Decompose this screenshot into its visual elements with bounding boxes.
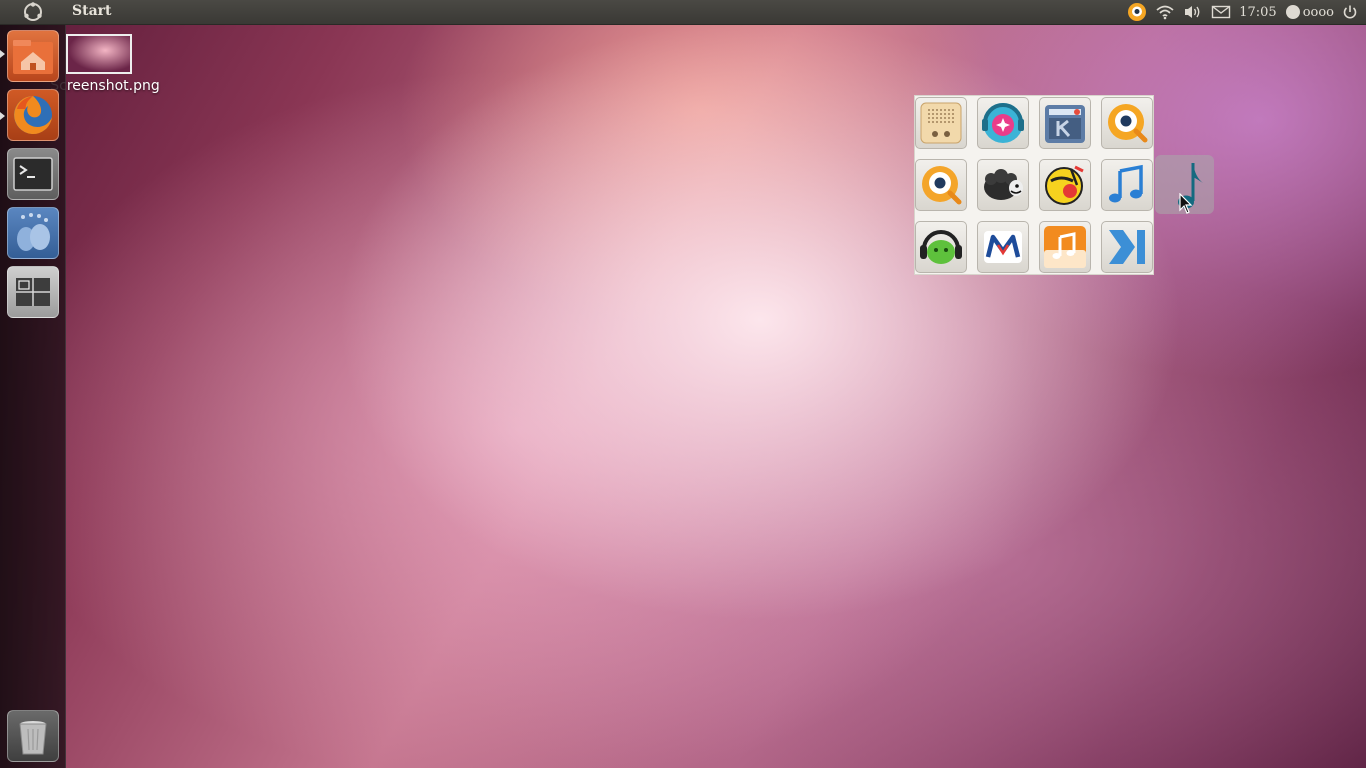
cursor-arrow-icon	[1179, 192, 1193, 214]
grid-item[interactable]	[977, 97, 1029, 149]
grid-item[interactable]	[1101, 221, 1153, 273]
grid-item[interactable]	[915, 97, 967, 149]
user-indicator[interactable]: oooo	[1285, 4, 1334, 20]
power-icon	[1343, 5, 1357, 19]
grid-item[interactable]	[915, 221, 967, 273]
radio-icon	[920, 102, 962, 144]
top-panel: Start 17:05 oooo	[0, 0, 1366, 25]
indicator-area: 17:05 oooo	[1127, 0, 1358, 24]
sheep-icon	[984, 169, 1023, 200]
launcher-item-trash[interactable]	[7, 710, 59, 762]
grid-item[interactable]	[1039, 97, 1091, 149]
volume-icon	[1185, 6, 1200, 18]
orange-music-icon	[1044, 226, 1086, 268]
mail-icon	[1212, 5, 1231, 19]
gwibber-icon	[17, 213, 50, 251]
m-logo-icon	[984, 231, 1022, 263]
launcher-item-firefox[interactable]	[7, 89, 59, 141]
green-headphones-icon	[920, 230, 962, 264]
grid-item[interactable]	[1101, 97, 1153, 149]
qq-player-icon	[1108, 104, 1148, 143]
trash-icon	[19, 721, 47, 755]
home-folder-icon	[13, 40, 53, 74]
workspace-switcher-icon	[16, 278, 50, 306]
grid-item[interactable]	[977, 159, 1029, 211]
k-radio-icon	[1045, 105, 1085, 143]
user-icon	[1285, 5, 1300, 19]
music-note-blue-icon	[1109, 164, 1143, 203]
launcher-item-workspace-switcher[interactable]	[7, 266, 59, 318]
launcher-item-gwibber[interactable]	[7, 207, 59, 259]
mouse-pointer	[1179, 192, 1193, 219]
launcher-running-pip	[0, 112, 5, 120]
grid-item[interactable]	[1039, 159, 1091, 211]
desktop-file-label: Screenshot.png	[50, 78, 160, 94]
grid-item[interactable]	[1101, 159, 1153, 211]
ubuntu-logo-button[interactable]	[0, 0, 65, 24]
qq-tray-icon	[1128, 3, 1147, 21]
desktop-file-icon[interactable]: Screenshot.png	[50, 34, 160, 94]
wifi-icon	[1156, 5, 1174, 20]
qq-player-alt-icon	[922, 166, 962, 205]
terminal-icon	[13, 157, 53, 191]
firefox-icon	[14, 96, 53, 134]
network-indicator[interactable]	[1155, 4, 1175, 20]
next-arrow-icon	[1109, 230, 1145, 264]
clock[interactable]: 17:05	[1239, 5, 1276, 20]
launcher-item-terminal[interactable]	[7, 148, 59, 200]
image-thumbnail-icon	[66, 34, 132, 74]
grid-item[interactable]	[915, 159, 967, 211]
window-title: Start	[72, 3, 112, 19]
sound-indicator[interactable]	[1183, 4, 1203, 20]
icon-grid	[914, 95, 1154, 275]
session-indicator[interactable]	[1342, 4, 1358, 20]
grid-item[interactable]	[1039, 221, 1091, 273]
messaging-indicator[interactable]	[1211, 5, 1231, 19]
ubuntu-logo-icon	[23, 2, 42, 21]
ttplayer-icon	[1045, 165, 1084, 205]
launcher	[0, 25, 66, 768]
launcher-running-pip	[0, 50, 5, 58]
grid-item[interactable]	[977, 221, 1029, 273]
qq-tray-indicator[interactable]	[1127, 2, 1147, 22]
music-player-pink-icon	[982, 103, 1024, 143]
launcher-item-home-folder[interactable]	[7, 30, 59, 82]
user-name: oooo	[1302, 4, 1334, 20]
